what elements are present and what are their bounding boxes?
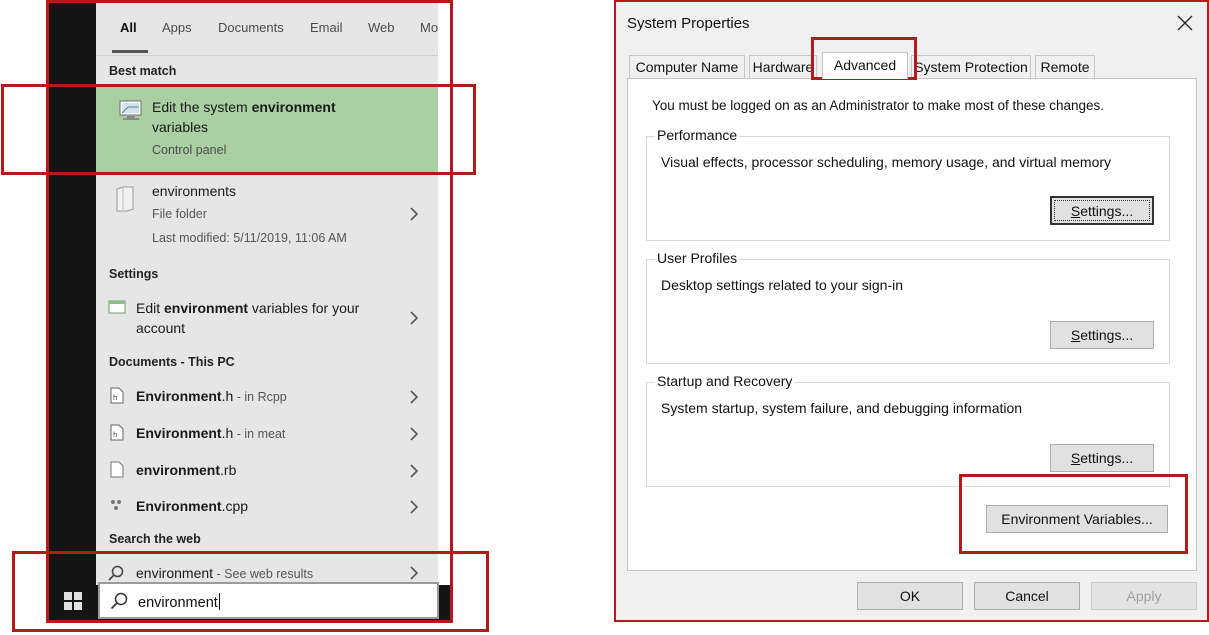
user-profiles-settings-button[interactable]: Settings... [1050, 321, 1154, 349]
system-properties-dialog: System Properties Computer Name Hardware… [615, 0, 1209, 621]
folder-type: File folder [152, 207, 207, 221]
document-name: environment.rb [136, 462, 237, 478]
document-name: Environment.h - in Rcpp [136, 388, 287, 404]
header-file-icon: h [110, 387, 124, 404]
tab-remote[interactable]: Remote [1035, 55, 1095, 78]
advanced-tab-panel: You must be logged on as an Administrato… [627, 78, 1197, 571]
search-filter-tabs: All Apps Documents Email Web More [96, 0, 438, 56]
document-result[interactable]: h Environment.h - in meat [96, 417, 438, 451]
close-icon[interactable] [1170, 9, 1200, 37]
start-menu-left-strip [46, 0, 96, 623]
web-result-text: environment - See web results [136, 565, 314, 581]
cancel-button[interactable]: Cancel [974, 582, 1080, 610]
active-tab-underline [112, 50, 148, 53]
svg-text:h: h [113, 431, 117, 439]
best-match-subtitle: Control panel [152, 143, 227, 157]
settings-window-icon [108, 300, 126, 314]
filter-tab-email[interactable]: Email [310, 20, 343, 35]
text-file-icon [110, 461, 124, 478]
filter-tab-apps[interactable]: Apps [162, 20, 192, 35]
best-match-result[interactable]: Edit the system environment variables Co… [96, 86, 438, 172]
web-result[interactable]: environment - See web results [96, 558, 438, 585]
chevron-right-icon[interactable] [408, 500, 420, 514]
chevron-right-icon[interactable] [408, 311, 420, 325]
performance-desc: Visual effects, processor scheduling, me… [661, 154, 1112, 170]
best-match-title-line2: variables [152, 119, 209, 135]
search-input-value: environment [138, 593, 220, 611]
results-scroll-track[interactable] [438, 0, 452, 585]
filter-tab-more[interactable]: More [420, 20, 438, 35]
tab-hardware[interactable]: Hardware [749, 55, 817, 78]
tab-system-protection[interactable]: System Protection [911, 55, 1031, 78]
settings-result[interactable]: Edit environment variables for your acco… [96, 292, 438, 342]
ok-button[interactable]: OK [857, 582, 963, 610]
chevron-right-icon[interactable] [408, 566, 420, 580]
chevron-right-icon[interactable] [408, 427, 420, 441]
performance-settings-button[interactable]: Settings... [1050, 196, 1154, 225]
monitor-icon [119, 100, 142, 120]
chevron-right-icon[interactable] [408, 464, 420, 478]
user-profiles-desc: Desktop settings related to your sign-in [661, 277, 904, 293]
search-results-pane: All Apps Documents Email Web More Best m… [96, 0, 438, 585]
chevron-right-icon[interactable] [408, 390, 420, 404]
performance-group: Performance Visual effects, processor sc… [646, 127, 1170, 241]
folder-icon [116, 186, 134, 212]
startup-recovery-settings-button[interactable]: Settings... [1050, 444, 1154, 472]
settings-result-line1: Edit environment variables for your [136, 300, 360, 316]
tab-computer-name[interactable]: Computer Name [629, 55, 745, 78]
folder-modified: Last modified: 5/11/2019, 11:06 AM [152, 231, 347, 245]
svg-text:h: h [113, 394, 117, 402]
header-file-icon: h [110, 424, 124, 441]
admin-note: You must be logged on as an Administrato… [652, 98, 1105, 113]
filter-tab-web[interactable]: Web [368, 20, 395, 35]
documents-heading: Documents - This PC [109, 355, 235, 369]
windows-start-icon[interactable] [64, 592, 82, 610]
user-profiles-group: User Profiles Desktop settings related t… [646, 250, 1170, 364]
startup-recovery-label: Startup and Recovery [655, 373, 795, 389]
cpp-file-icon [111, 500, 121, 510]
performance-label: Performance [655, 127, 740, 143]
startup-recovery-desc: System startup, system failure, and debu… [661, 400, 1023, 416]
document-name: Environment.h - in meat [136, 425, 286, 441]
settings-result-line2: account [136, 320, 186, 336]
environment-variables-button[interactable]: Environment Variables... [986, 505, 1168, 533]
folder-name: environments [152, 183, 237, 199]
filter-tab-all[interactable]: All [120, 20, 137, 35]
search-icon [110, 592, 128, 610]
folder-result[interactable]: environments File folder Last modified: … [96, 174, 438, 258]
web-heading: Search the web [109, 532, 201, 546]
settings-heading: Settings [109, 267, 159, 281]
user-profiles-label: User Profiles [655, 250, 740, 266]
document-result[interactable]: environment.rb [96, 454, 438, 488]
start-menu-search-panel: All Apps Documents Email Web More Best m… [46, 0, 452, 623]
best-match-title-line1: Edit the system environment [152, 99, 336, 115]
startup-recovery-group: Startup and Recovery System startup, sys… [646, 373, 1170, 487]
document-result[interactable]: h Environment.h - in Rcpp [96, 380, 438, 414]
tab-advanced[interactable]: Advanced [822, 52, 908, 79]
apply-button[interactable]: Apply [1091, 582, 1197, 610]
filter-tab-documents[interactable]: Documents [218, 20, 284, 35]
search-input[interactable]: environment [98, 582, 439, 619]
search-icon [108, 565, 124, 581]
document-name: Environment.cpp [136, 498, 249, 514]
chevron-right-icon[interactable] [408, 207, 420, 221]
dialog-title: System Properties [627, 15, 750, 32]
document-result[interactable]: Environment.cpp [96, 490, 438, 524]
best-match-heading: Best match [109, 64, 177, 78]
